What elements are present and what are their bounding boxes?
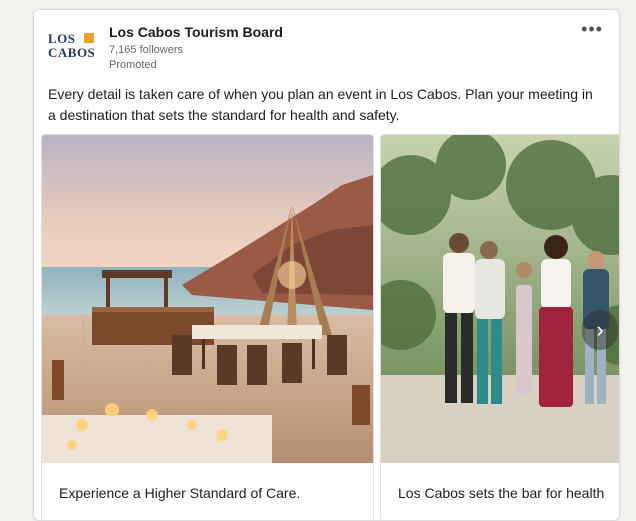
slide-caption[interactable]: Los Cabos sets the bar for health	[398, 485, 604, 501]
image-carousel: Experience a Higher Standard of Care. Lo…	[41, 134, 619, 520]
follower-count: 7,165 followers	[109, 44, 183, 56]
carousel-slide-1[interactable]: Experience a Higher Standard of Care.	[41, 134, 374, 520]
logo-accent-square	[84, 33, 94, 43]
sponsored-post-card: LOS CABOS Los Cabos Tourism Board 7,165 …	[33, 9, 620, 521]
promoted-label: Promoted	[109, 59, 157, 71]
group-walking-image[interactable]	[381, 135, 619, 463]
slide-caption[interactable]: Experience a Higher Standard of Care.	[59, 485, 300, 501]
post-text: Every detail is taken care of when you p…	[48, 86, 593, 123]
org-name-link[interactable]: Los Cabos Tourism Board	[109, 24, 283, 40]
more-options-icon[interactable]: •••	[581, 20, 603, 38]
chevron-right-icon[interactable]: ›	[582, 310, 618, 350]
org-logo[interactable]: LOS CABOS	[48, 31, 102, 65]
beach-event-image[interactable]	[42, 135, 373, 463]
logo-text-line2: CABOS	[48, 45, 96, 60]
